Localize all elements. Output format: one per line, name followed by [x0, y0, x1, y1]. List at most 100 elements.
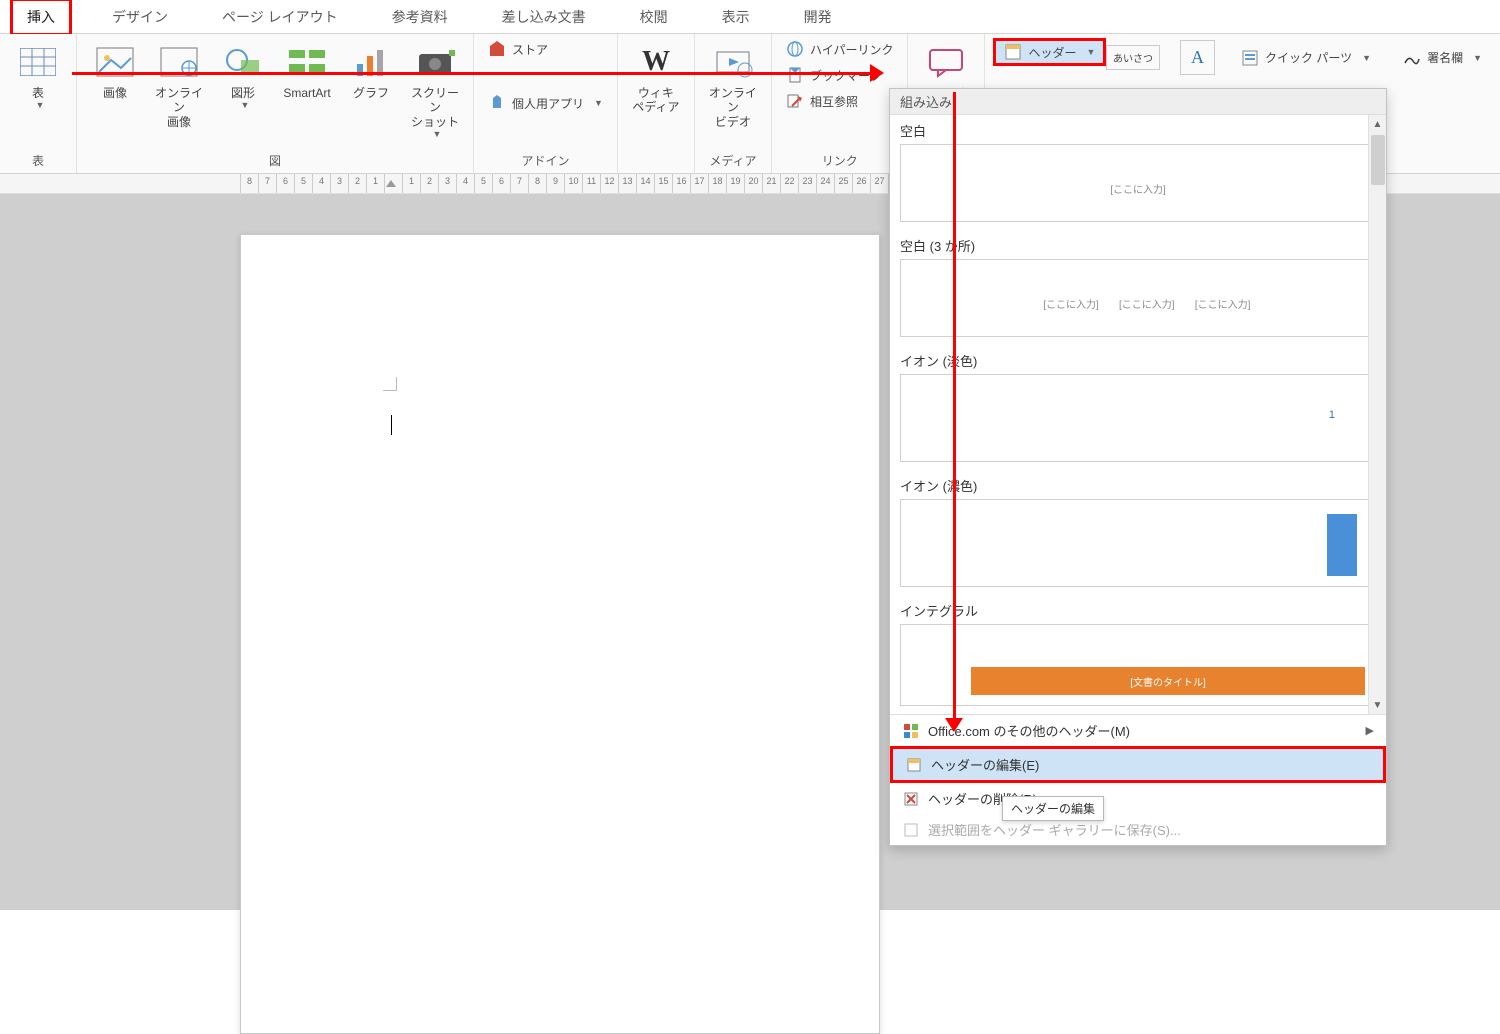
group-illustrations-caption: 図 [85, 150, 465, 171]
gallery-item-blank[interactable]: [ここに入力] [900, 144, 1376, 222]
tab-review[interactable]: 校閲 [626, 1, 682, 33]
remove-header-icon [902, 790, 920, 808]
ruler-tick: 7 [510, 174, 528, 194]
ruler-tick: 5 [474, 174, 492, 194]
gallery-item-ion-light[interactable]: 1 [900, 374, 1376, 462]
chevron-right-icon: ▶ [1366, 724, 1374, 737]
scrollbar-thumb[interactable] [1371, 135, 1385, 185]
gallery-item-blank3[interactable]: [ここに入力] [ここに入力] [ここに入力] [900, 259, 1376, 337]
addins-icon [488, 94, 506, 112]
margin-corner-icon [383, 377, 397, 391]
ruler-tick: 7 [258, 174, 276, 194]
header-icon [1004, 43, 1022, 61]
smartart-icon [287, 42, 327, 82]
ruler-tick: 10 [564, 174, 582, 194]
hyperlink-button[interactable]: ハイパーリンク [780, 38, 900, 60]
tab-mailings[interactable]: 差し込み文書 [488, 1, 600, 33]
gallery-item-ion-dark[interactable] [900, 499, 1376, 587]
gallery-footer: Office.com のその他のヘッダー(M) ▶ ヘッダーの編集(E) ヘッダ… [890, 714, 1386, 845]
scroll-up-icon[interactable]: ▲ [1369, 115, 1386, 133]
hyperlink-icon [786, 40, 804, 58]
tab-page-layout[interactable]: ページ レイアウト [208, 1, 352, 33]
gallery-scrollbar[interactable]: ▲ ▼ [1368, 115, 1386, 714]
ruler-tick: 3 [438, 174, 456, 194]
tooltip-edit-header: ヘッダーの編集 [1002, 796, 1104, 821]
indent-marker-icon[interactable] [386, 180, 396, 187]
save-to-gallery: 選択範囲をヘッダー ギャラリーに保存(S)... [890, 814, 1386, 845]
chevron-down-icon: ▼ [1473, 53, 1482, 63]
chevron-down-icon: ▼ [1362, 53, 1371, 63]
tab-developer[interactable]: 開発 [790, 1, 846, 33]
crossref-button[interactable]: 相互参照 [780, 90, 900, 112]
chevron-down-icon: ▼ [36, 100, 45, 110]
group-table-caption: 表 [8, 150, 68, 171]
ruler-tick: 24 [816, 174, 834, 194]
ruler-tick: 2 [348, 174, 366, 194]
group-media-caption: メディア [703, 150, 763, 171]
table-label: 表 [32, 86, 44, 100]
gallery-item-integral-label: インテグラル [890, 595, 1386, 624]
my-addins-button[interactable]: 個人用アプリ ▼ [482, 92, 609, 114]
gallery-item-ion-dark-label: イオン (濃色) [890, 470, 1386, 499]
shapes-button[interactable]: 図形 ▼ [213, 38, 273, 114]
tab-view[interactable]: 表示 [708, 1, 764, 33]
edit-header[interactable]: ヘッダーの編集(E) [890, 746, 1386, 783]
online-video-label: オンライン ビデオ [705, 86, 761, 129]
online-pictures-button[interactable]: オンライン 画像 [149, 38, 209, 133]
ruler-tick: 13 [618, 174, 636, 194]
group-addins-caption: アドイン [482, 150, 609, 171]
group-illustrations: 画像 オンライン 画像 図形 ▼ SmartArt グラフ スクリーン シ [77, 34, 474, 173]
tab-design[interactable]: デザイン [98, 1, 182, 33]
blank3-p1: [ここに入力] [1043, 296, 1099, 311]
ruler-tick: 6 [276, 174, 294, 194]
blank3-p3: [ここに入力] [1195, 296, 1251, 311]
gallery-category: 組み込み [890, 89, 1386, 115]
ruler-tick: 14 [636, 174, 654, 194]
signature-button[interactable]: 署名欄 ▼ [1397, 47, 1488, 69]
screenshot-button[interactable]: スクリーン ショット ▼ [405, 38, 465, 143]
chevron-down-icon: ▼ [594, 98, 603, 108]
remove-header[interactable]: ヘッダーの削除(R) [890, 783, 1386, 814]
ribbon-tabs: 挿入 デザイン ページ レイアウト 参考資料 差し込み文書 校閲 表示 開発 [0, 0, 1500, 34]
tab-insert[interactable]: 挿入 [10, 0, 72, 36]
crossref-label: 相互参照 [810, 93, 858, 110]
scroll-down-icon[interactable]: ▼ [1369, 696, 1386, 714]
ruler-tick: 9 [546, 174, 564, 194]
group-table: 表 ▼ 表 [0, 34, 77, 173]
greeting-button[interactable]: あいさつ [1106, 45, 1160, 70]
gallery-item-ion-light-label: イオン (淡色) [890, 345, 1386, 374]
chart-label: グラフ [353, 86, 389, 100]
integral-title: [文書のタイトル] [971, 667, 1365, 695]
gallery-item-integral[interactable]: [文書のタイトル] [900, 624, 1376, 706]
edit-header-icon [905, 756, 923, 774]
ion-light-pagenum: 1 [1329, 409, 1335, 421]
ruler-tick: 3 [330, 174, 348, 194]
document-page[interactable] [240, 234, 880, 1034]
quick-parts-label: クイック パーツ [1265, 49, 1352, 66]
my-addins-label: 個人用アプリ [512, 95, 584, 112]
more-headers-office[interactable]: Office.com のその他のヘッダー(M) ▶ [890, 715, 1386, 746]
blank3-p2: [ここに入力] [1119, 296, 1175, 311]
store-icon [488, 40, 506, 58]
smartart-label: SmartArt [283, 86, 330, 100]
quick-parts-button[interactable]: クイック パーツ ▼ [1235, 47, 1377, 69]
table-button[interactable]: 表 ▼ [8, 38, 68, 114]
ruler-tick: 18 [708, 174, 726, 194]
wikipedia-label: ウィキ ペディア [632, 86, 679, 115]
annotation-arrow-horizontal [72, 72, 872, 75]
ruler-tick: 23 [798, 174, 816, 194]
wikipedia-button[interactable]: W ウィキ ペディア [626, 38, 686, 119]
bookmark-icon [786, 66, 804, 84]
comment-icon [926, 42, 966, 82]
office-icon [902, 722, 920, 740]
online-video-button[interactable]: オンライン ビデオ [703, 38, 763, 133]
ruler-tick: 27 [870, 174, 888, 194]
store-button[interactable]: ストア [482, 38, 609, 60]
tab-references[interactable]: 参考資料 [378, 1, 462, 33]
header-button[interactable]: ヘッダー ▼ [993, 38, 1106, 66]
textbox-button[interactable]: A [1180, 40, 1215, 75]
group-links: ハイパーリンク ブックマーク 相互参照 リンク [772, 34, 909, 173]
group-addins: ストア 個人用アプリ ▼ アドイン [474, 34, 618, 173]
group-wiki: W ウィキ ペディア [618, 34, 695, 173]
signature-label: 署名欄 [1427, 49, 1463, 66]
